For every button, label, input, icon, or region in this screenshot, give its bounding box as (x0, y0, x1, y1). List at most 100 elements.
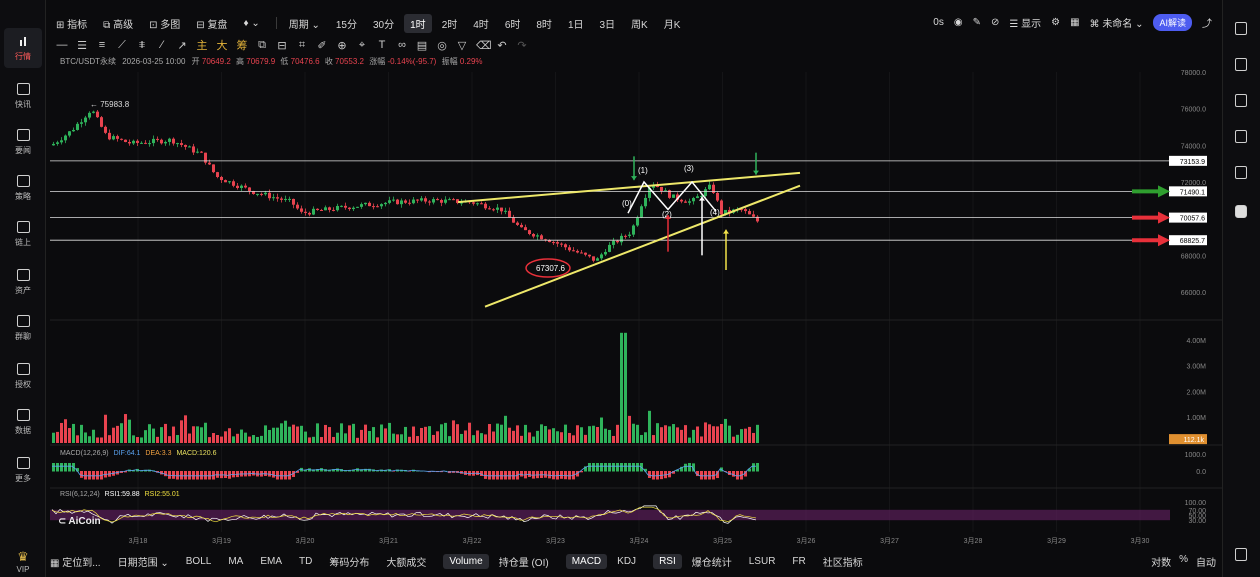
parallel-lines-icon[interactable]: ☰ (76, 39, 88, 52)
chart-area[interactable]: BTC/USDT永续 2026-03-25 10:00 开 70649.2 高 … (50, 52, 1222, 549)
auto-scale-toggle[interactable]: 自动 (1196, 554, 1216, 569)
ind-volume[interactable]: Volume (443, 553, 489, 569)
tf-3d[interactable]: 3日 (594, 14, 622, 33)
ind-open-interest[interactable]: 持仓量 (OI) (499, 554, 549, 569)
share-icon[interactable]: ⤴ (1202, 15, 1212, 30)
orderbook-icon[interactable] (1235, 22, 1247, 35)
main-chart-toggle[interactable]: 主 (196, 37, 208, 53)
nav-item-headlines[interactable]: 要闻 (4, 122, 42, 162)
ai-interpret-button[interactable]: AI解读 (1153, 14, 1192, 31)
volume-tick-label: 4.00M (1187, 338, 1207, 345)
nav-item-data[interactable]: 数据 (4, 402, 42, 442)
pencil-icon[interactable]: ✎ (973, 17, 981, 28)
tf-4h[interactable]: 4时 (467, 14, 495, 33)
nav-item-auth[interactable]: 授权 (4, 356, 42, 396)
advanced-button[interactable]: ⧉ 高级 (97, 14, 139, 33)
ind-rsi[interactable]: RSI (653, 553, 682, 569)
period-dropdown[interactable]: 周期 ⌄ (283, 14, 326, 33)
expand-icon[interactable] (1235, 548, 1247, 561)
candle-style-button[interactable]: ♦ ⌄ (237, 16, 265, 31)
macd-histogram-bar (56, 463, 59, 472)
ind-boll[interactable]: BOLL (186, 556, 212, 567)
ray-icon[interactable]: ⁄ (156, 39, 168, 51)
zoom-icon[interactable]: ⊕ (336, 39, 348, 52)
ind-kdj[interactable]: KDJ (617, 556, 636, 567)
candle-down (372, 206, 375, 208)
nav-item-onchain[interactable]: 链上 (4, 214, 42, 254)
crop-icon[interactable]: ⌗ (296, 39, 308, 52)
tf-1d[interactable]: 1日 (562, 14, 590, 33)
watchlist-icon[interactable] (1235, 130, 1247, 143)
tf-month[interactable]: 月K (658, 14, 687, 33)
bot-icon[interactable] (1235, 205, 1247, 218)
calendar-icon[interactable]: ▤ (416, 39, 428, 52)
ind-lsur[interactable]: LSUR (749, 556, 776, 567)
arrow-tool-icon[interactable]: ↗ (176, 39, 188, 52)
notes-icon[interactable] (1235, 166, 1247, 179)
trend-line-icon[interactable]: ⟋ (116, 39, 128, 52)
volume-bar (88, 436, 91, 443)
camera-icon[interactable]: ◉ (954, 17, 963, 28)
undo-icon[interactable]: ↶ (496, 39, 508, 52)
template-dropdown[interactable]: ⌘ 未命名 ⌄ (1090, 15, 1144, 30)
tf-1h[interactable]: 1时 (404, 13, 432, 33)
chips-toggle[interactable]: 筹 (236, 37, 248, 53)
nav-item-chat[interactable]: 群聊 (4, 308, 42, 348)
date-range-dropdown[interactable]: 日期范围 ⌄ (118, 554, 169, 569)
indicator-button[interactable]: ⊞ 指标 (50, 14, 93, 33)
log-scale-toggle[interactable]: 对数 (1151, 554, 1171, 569)
tf-2h[interactable]: 2时 (436, 14, 464, 33)
nav-item-more[interactable]: 更多 (4, 450, 42, 490)
volume-bar (244, 432, 247, 443)
tf-8h[interactable]: 8时 (530, 14, 558, 33)
measure-icon[interactable]: ⊟ (276, 39, 288, 52)
eye-icon[interactable]: ◎ (436, 39, 448, 52)
copy-icon[interactable]: ⧉ (256, 39, 268, 52)
ruler-icon[interactable]: ⌖ (356, 39, 368, 52)
candle-up (132, 140, 135, 144)
replay-button[interactable]: ⊟ 复盘 (190, 14, 233, 33)
channel-icon[interactable]: ≡ (96, 39, 108, 51)
ind-fr[interactable]: FR (792, 556, 805, 567)
filter-icon[interactable]: ▽ (456, 39, 468, 52)
nav-item-news-flash[interactable]: 快讯 (4, 76, 42, 116)
hide-drawings-icon[interactable]: ⊘ (991, 17, 999, 28)
tf-30m[interactable]: 30分 (367, 14, 400, 33)
brush-icon[interactable]: ✐ (316, 39, 328, 52)
ind-ma[interactable]: MA (228, 556, 243, 567)
candle-down (408, 202, 411, 204)
multi-chart-button[interactable]: ⊡ 多图 (143, 14, 186, 33)
ind-large-trades[interactable]: 大额成交 (386, 554, 426, 569)
big-order-toggle[interactable]: 大 (216, 37, 228, 53)
layout-icon[interactable]: ▦ (1070, 17, 1079, 28)
percent-scale-toggle[interactable]: % (1179, 554, 1188, 569)
fib-icon[interactable]: ⩨ (136, 39, 148, 52)
ind-macd[interactable]: MACD (565, 553, 608, 569)
ind-chip-dist[interactable]: 筹码分布 (329, 554, 369, 569)
redo-icon[interactable]: ↷ (516, 39, 528, 52)
ind-ema[interactable]: EMA (260, 556, 282, 567)
candle-up (708, 184, 711, 190)
ind-td[interactable]: TD (299, 556, 312, 567)
trades-icon[interactable] (1235, 58, 1247, 71)
vip-badge[interactable]: ♛ VIP (4, 548, 42, 574)
ind-community[interactable]: 社区指标 (823, 554, 863, 569)
settings-icon[interactable]: ⚙ (1051, 17, 1060, 28)
macd-histogram-bar (588, 463, 591, 472)
tf-6h[interactable]: 6时 (499, 14, 527, 33)
trash-icon[interactable]: ⌫ (476, 39, 492, 52)
glasses-icon[interactable]: ∞ (396, 39, 408, 51)
display-button[interactable]: ☰ 显示 (1009, 15, 1041, 30)
text-icon[interactable]: T (376, 39, 388, 51)
nav-item-market[interactable]: 行情 (4, 28, 42, 68)
horizontal-line-icon[interactable]: — (56, 39, 68, 51)
nav-item-strategy[interactable]: 策略 (4, 168, 42, 208)
macd-histogram-bar (504, 471, 507, 480)
tf-week[interactable]: 周K (625, 14, 654, 33)
nav-item-assets[interactable]: 资产 (4, 262, 42, 302)
candle-down (276, 197, 279, 199)
ind-liquidations[interactable]: 爆仓统计 (692, 554, 732, 569)
locate-button[interactable]: ▦ 定位到... (50, 554, 101, 569)
alerts-icon[interactable] (1235, 94, 1247, 107)
tf-15m[interactable]: 15分 (330, 14, 363, 33)
